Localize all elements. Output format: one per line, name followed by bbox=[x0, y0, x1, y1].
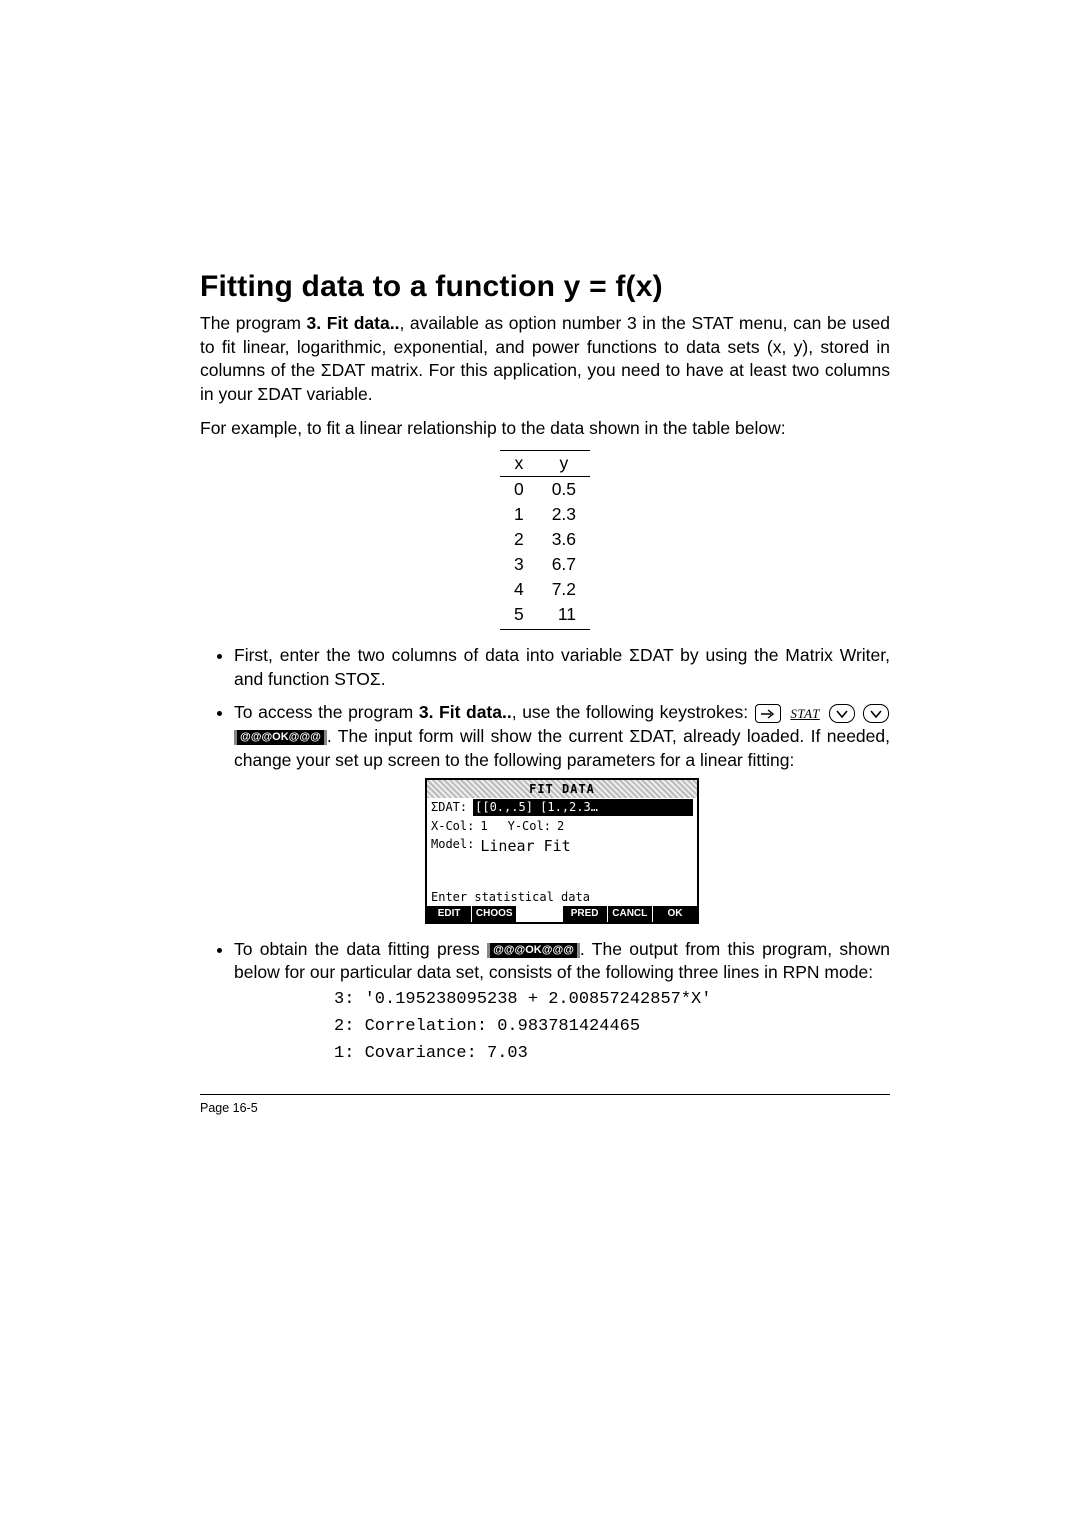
cell: 5 bbox=[500, 602, 538, 630]
calculator-screen: FIT DATA ΣDAT: [[0.,.5] [1.,2.3… X-Col: … bbox=[425, 778, 699, 924]
field-value: 2 bbox=[557, 818, 564, 834]
ok-softkey-icon: @@@OK@@@ bbox=[234, 730, 327, 745]
rpn-output-line-3: 3: '0.195238095238 + 2.00857242857*X' bbox=[334, 989, 890, 1012]
cell: 4 bbox=[500, 577, 538, 602]
table-header-row: x y bbox=[500, 451, 590, 477]
calc-titlebar: FIT DATA bbox=[427, 780, 697, 798]
cell: 7.2 bbox=[538, 577, 590, 602]
text: , use the following keystrokes: bbox=[512, 702, 754, 722]
field-label: Y-Col: bbox=[508, 818, 551, 834]
cell: 11 bbox=[538, 602, 590, 630]
calc-row-sdat: ΣDAT: [[0.,.5] [1.,2.3… bbox=[427, 798, 697, 816]
field-label: X-Col: bbox=[431, 818, 474, 834]
softkey-cancl: CANCL bbox=[608, 906, 653, 922]
down-arrow-key-icon bbox=[829, 704, 855, 723]
rpn-output-line-1: 1: Covariance: 7.03 bbox=[334, 1043, 890, 1066]
page-number: Page 16-5 bbox=[200, 1101, 890, 1115]
intro-paragraph-2: For example, to fit a linear relationshi… bbox=[200, 417, 890, 441]
col-header-x: x bbox=[500, 451, 538, 477]
cell: 3 bbox=[500, 552, 538, 577]
calc-row-model: Model: Linear Fit bbox=[427, 835, 697, 857]
document-page: Fitting data to a function y = f(x) The … bbox=[0, 0, 1080, 1528]
data-table: x y 00.5 12.3 23.6 36.7 47.2 511 bbox=[500, 450, 590, 630]
list-item: To obtain the data fitting press @@@OK@@… bbox=[234, 938, 890, 1066]
calc-softkey-row: EDIT CHOOS PRED CANCL OK bbox=[427, 906, 697, 922]
intro-paragraph-1: The program 3. Fit data.., available as … bbox=[200, 312, 890, 407]
cell: 6.7 bbox=[538, 552, 590, 577]
col-header-y: y bbox=[538, 451, 590, 477]
stat-key-label: STAT bbox=[788, 705, 821, 723]
table-row: 511 bbox=[500, 602, 590, 630]
cell: 0 bbox=[500, 477, 538, 503]
rpn-output-line-2: 2: Correlation: 0.983781424465 bbox=[334, 1016, 890, 1039]
field-value-highlighted: [[0.,.5] [1.,2.3… bbox=[473, 799, 693, 815]
section-heading: Fitting data to a function y = f(x) bbox=[200, 270, 890, 304]
cell: 3.6 bbox=[538, 527, 590, 552]
program-name: 3. Fit data.. bbox=[419, 702, 512, 722]
steps-list: First, enter the two columns of data int… bbox=[200, 644, 890, 1066]
field-value: 1 bbox=[480, 818, 487, 834]
ok-softkey-icon: @@@OK@@@ bbox=[487, 943, 580, 958]
table-row: 47.2 bbox=[500, 577, 590, 602]
cell: 1 bbox=[500, 502, 538, 527]
down-arrow-key-icon bbox=[863, 704, 889, 723]
field-label: ΣDAT: bbox=[431, 799, 467, 815]
text: To obtain the data fitting press bbox=[234, 939, 487, 959]
softkey-ok: OK bbox=[653, 906, 697, 922]
text: . The input form will show the current Σ… bbox=[234, 726, 890, 770]
list-item: To access the program 3. Fit data.., use… bbox=[234, 701, 890, 923]
calc-row-cols: X-Col: 1 Y-Col: 2 bbox=[427, 817, 697, 835]
right-shift-key-icon bbox=[755, 704, 781, 723]
softkey-pred: PRED bbox=[563, 906, 608, 922]
cell: 0.5 bbox=[538, 477, 590, 503]
cell: 2 bbox=[500, 527, 538, 552]
table-row: 12.3 bbox=[500, 502, 590, 527]
text: The program bbox=[200, 313, 307, 333]
softkey-blank bbox=[517, 906, 562, 922]
softkey-choos: CHOOS bbox=[472, 906, 517, 922]
field-label: Model: bbox=[431, 836, 474, 856]
softkey-edit: EDIT bbox=[427, 906, 472, 922]
list-item: First, enter the two columns of data int… bbox=[234, 644, 890, 691]
program-name: 3. Fit data.. bbox=[307, 313, 400, 333]
cell: 2.3 bbox=[538, 502, 590, 527]
field-value: Linear Fit bbox=[480, 836, 570, 856]
table-row: 00.5 bbox=[500, 477, 590, 503]
table-row: 23.6 bbox=[500, 527, 590, 552]
table-row: 36.7 bbox=[500, 552, 590, 577]
calc-prompt: Enter statistical data bbox=[427, 889, 697, 906]
calc-spacer bbox=[427, 857, 697, 889]
text: To access the program bbox=[234, 702, 419, 722]
footer-rule bbox=[200, 1094, 890, 1095]
